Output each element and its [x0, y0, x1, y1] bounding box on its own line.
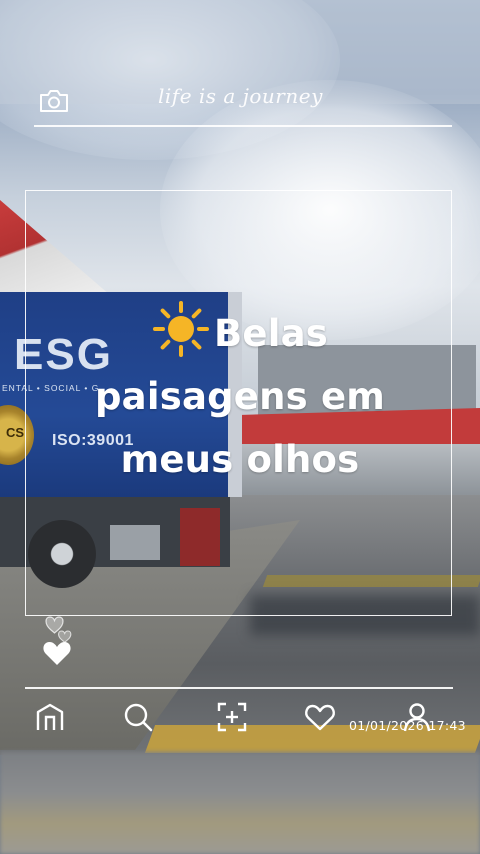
timestamp: 01/01/2026 17:43 — [349, 718, 466, 733]
add-frame-icon[interactable] — [215, 700, 249, 734]
top-divider — [34, 125, 452, 127]
top-script-text: life is a journey — [158, 84, 323, 108]
home-icon[interactable] — [33, 700, 67, 734]
caption-line-3: meus olhos — [120, 438, 360, 481]
sun-emoji-icon — [153, 301, 209, 357]
caption-line-2: paisagens em — [95, 375, 385, 418]
search-icon[interactable] — [121, 700, 155, 734]
story-overlay: life is a journey Belas paisagens em meu… — [0, 0, 480, 854]
caption-word: Belas — [214, 312, 328, 355]
heart-icon[interactable] — [303, 700, 337, 734]
camera-icon[interactable] — [38, 88, 70, 114]
caption-line-1: Belas — [55, 300, 425, 365]
bottom-divider — [25, 687, 453, 689]
caption-text-block: Belas paisagens em meus olhos — [55, 300, 425, 491]
heart-filled-icon[interactable] — [42, 640, 72, 666]
